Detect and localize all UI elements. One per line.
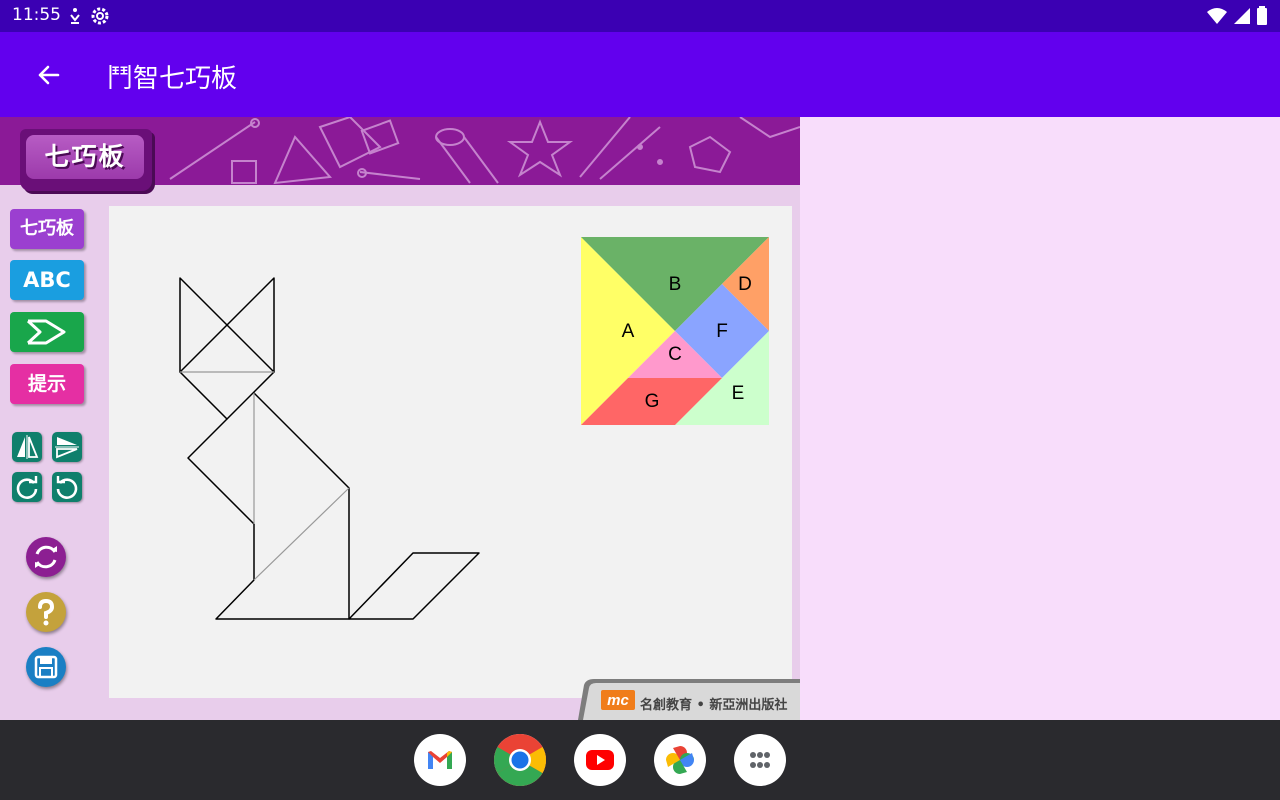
rotate-clockwise-button[interactable]	[12, 472, 42, 502]
gmail-icon	[428, 751, 452, 769]
piece-label-a: A	[622, 321, 635, 342]
settings-gear-icon	[91, 7, 109, 25]
piece-label-c: C	[668, 344, 682, 365]
piece-label-d: D	[738, 274, 752, 295]
puzzle-canvas[interactable]: A B C D E F G	[109, 206, 792, 698]
header-badge: 七巧板	[20, 129, 152, 191]
app-drawer-icon	[750, 752, 770, 768]
battery-icon	[1257, 6, 1267, 25]
hint-button[interactable]: 提示	[10, 364, 84, 404]
chrome-icon	[494, 734, 546, 786]
taskbar	[0, 720, 1280, 800]
gmail-app[interactable]	[414, 734, 466, 786]
rotate-counterclockwise-button[interactable]	[52, 472, 82, 502]
back-arrow-icon[interactable]	[30, 56, 68, 94]
reset-button[interactable]	[26, 537, 66, 577]
wifi-icon	[1207, 8, 1227, 24]
publisher-logo-text: mc	[607, 692, 629, 709]
rotate-counterclockwise-icon	[56, 476, 78, 499]
header-badge-title: 七巧板	[26, 135, 144, 179]
status-time: 11:55	[12, 5, 61, 25]
help-button[interactable]	[26, 592, 66, 632]
photos-app[interactable]	[654, 734, 706, 786]
piece-label-b: B	[669, 274, 682, 295]
fish-mode-button[interactable]	[10, 312, 84, 352]
fish-outline-icon	[26, 319, 66, 345]
photos-icon	[666, 746, 694, 774]
abc-mode-button[interactable]: ABC	[10, 260, 84, 300]
publisher-name: 名創教育 • 新亞洲出版社	[640, 698, 788, 713]
youtube-icon	[586, 750, 614, 770]
flip-vertical-button[interactable]	[52, 432, 82, 462]
save-icon	[34, 655, 58, 679]
app-title: 鬥智七巧板	[107, 64, 238, 94]
chrome-app[interactable]	[494, 734, 546, 786]
tangram-mode-button[interactable]: 七巧板	[10, 209, 84, 249]
app-bar: 鬥智七巧板	[0, 32, 1280, 117]
flip-vertical-icon	[55, 437, 79, 459]
app-drawer[interactable]	[734, 734, 786, 786]
status-bar: 11:55	[0, 0, 1280, 32]
accessibility-download-icon	[70, 8, 80, 24]
right-empty-pane	[800, 117, 1280, 720]
tangram-reference-square: A B C D E F G	[581, 237, 769, 425]
tangram-game-area: 七巧板 七巧板 ABC 提示 A B C D E F G mc 名創教育 • 新…	[0, 117, 800, 720]
cellular-signal-icon	[1234, 8, 1250, 24]
youtube-app[interactable]	[574, 734, 626, 786]
rotate-clockwise-icon	[16, 476, 38, 499]
flip-horizontal-icon	[17, 435, 39, 459]
piece-label-g: G	[645, 391, 660, 412]
help-icon	[38, 598, 55, 626]
flip-horizontal-button[interactable]	[12, 432, 42, 462]
publisher-logo: mc	[601, 690, 635, 710]
piece-label-e: E	[732, 383, 745, 404]
save-button[interactable]	[26, 647, 66, 687]
piece-label-f: F	[716, 321, 728, 342]
reset-icon	[35, 545, 57, 569]
